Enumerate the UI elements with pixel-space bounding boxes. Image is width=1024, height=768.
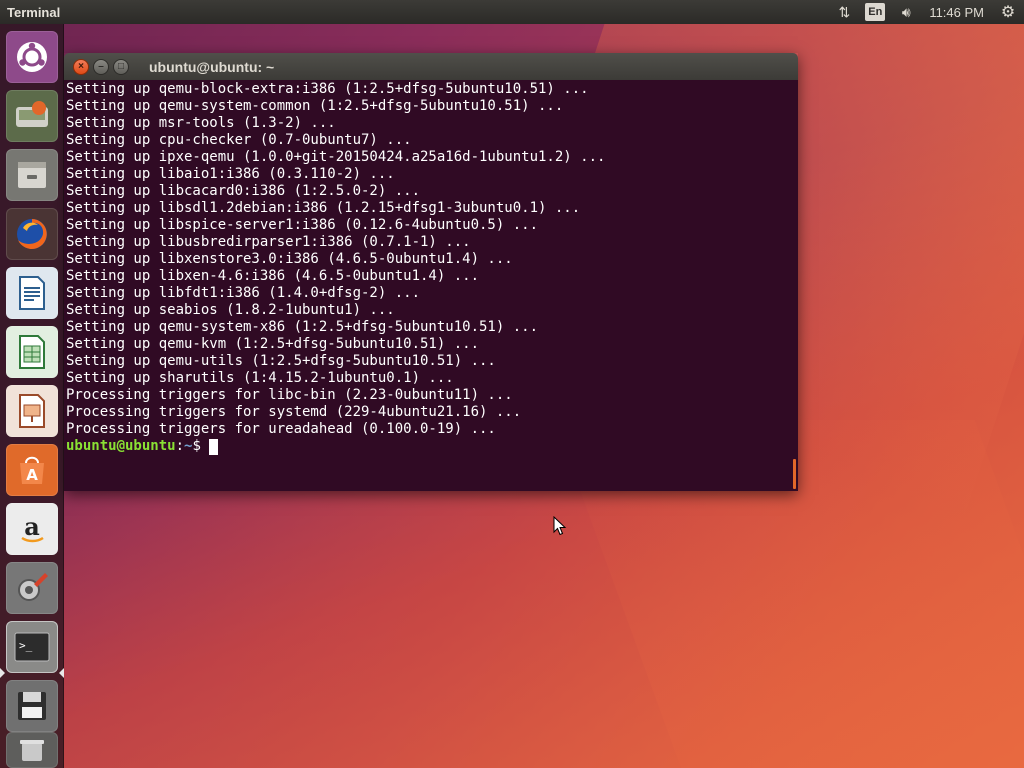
focused-indicator-right [59, 668, 64, 678]
window-title: ubuntu@ubuntu: ~ [149, 58, 275, 75]
network-updown-icon[interactable]: ⇅ [833, 0, 855, 24]
firefox-icon[interactable] [6, 208, 58, 260]
maximize-button[interactable]: □ [113, 58, 129, 75]
terminal-line: Processing triggers for ureadahead (0.10… [66, 421, 496, 437]
prompt-separator: : [175, 438, 185, 454]
clock[interactable]: 11:46 PM [929, 0, 984, 24]
terminal-line: Setting up libsdl1.2debian:i386 (1.2.15+… [66, 200, 581, 216]
terminal-line: Setting up qemu-block-extra:i386 (1:2.5+… [66, 81, 589, 97]
text-cursor [208, 438, 218, 455]
close-button[interactable]: × [73, 58, 89, 75]
amazon-icon[interactable]: a [6, 503, 58, 555]
svg-text:a: a [24, 512, 40, 541]
terminal-line: Setting up qemu-system-x86 (1:2.5+dfsg-5… [66, 319, 539, 335]
ubuntu-dash-icon[interactable] [6, 31, 58, 83]
terminal-line: Processing triggers for libc-bin (2.23-0… [66, 387, 513, 403]
terminal-line: Processing triggers for systemd (229-4ub… [66, 404, 522, 420]
terminal-line: Setting up cpu-checker (0.7-0ubuntu7) ..… [66, 132, 412, 148]
terminal-icon[interactable]: >_ [6, 621, 58, 673]
terminal-line: Setting up seabios (1.8.2-1ubuntu1) ... [66, 302, 395, 318]
prompt-user: ubuntu@ubuntu [66, 438, 176, 454]
libreoffice-writer-icon[interactable] [6, 267, 58, 319]
terminal-line: Setting up qemu-utils (1:2.5+dfsg-5ubunt… [66, 353, 496, 369]
terminal-line: Setting up libspice-server1:i386 (0.12.6… [66, 217, 539, 233]
terminal-line: Setting up libxen-4.6:i386 (4.6.5-0ubunt… [66, 268, 480, 284]
ubuntu-software-icon[interactable]: A [6, 444, 58, 496]
terminal-line: Setting up msr-tools (1.3-2) ... [66, 115, 336, 131]
terminal-line: Setting up ipxe-qemu (1.0.0+git-20150424… [66, 149, 606, 165]
save-disk-icon[interactable] [6, 680, 58, 732]
prompt-path: ~ [184, 438, 193, 454]
scrollbar-thumb[interactable] [793, 459, 796, 489]
window-titlebar[interactable]: × – □ ubuntu@ubuntu: ~ [64, 53, 798, 80]
terminal-line: Setting up libxenstore3.0:i386 (4.6.5-0u… [66, 251, 513, 267]
keyboard-language-indicator[interactable]: En [865, 3, 886, 21]
terminal-line: Setting up libusbredirparser1:i386 (0.7.… [66, 234, 471, 250]
libreoffice-calc-icon[interactable] [6, 326, 58, 378]
mouse-pointer-icon [553, 516, 567, 536]
running-indicator-left [0, 668, 5, 678]
top-panel: Terminal ⇅ En 🔊︎ 11:46 PM ⚙ [0, 0, 1024, 24]
terminal-line: Setting up libfdt1:i386 (1.4.0+dfsg-2) .… [66, 285, 421, 301]
prompt-symbol: $ [192, 438, 201, 454]
active-app-title: Terminal [7, 4, 61, 20]
terminal-line: Setting up libaio1:i386 (0.3.110-2) ... [66, 166, 395, 182]
minimize-button[interactable]: – [93, 58, 109, 75]
shell-prompt[interactable]: ubuntu@ubuntu: ~ $ [66, 438, 798, 455]
install-ubuntu-icon[interactable] [6, 90, 58, 142]
terminal-line: Setting up qemu-system-common (1:2.5+dfs… [66, 98, 564, 114]
files-icon[interactable] [6, 149, 58, 201]
terminal-window[interactable]: × – □ ubuntu@ubuntu: ~ Setting up qemu-b… [64, 53, 798, 491]
launcher: A a >_ [0, 24, 64, 768]
volume-icon[interactable]: 🔊︎ [895, 0, 917, 24]
libreoffice-impress-icon[interactable] [6, 385, 58, 437]
svg-text:A: A [26, 466, 38, 484]
terminal-line: Setting up qemu-kvm (1:2.5+dfsg-5ubuntu1… [66, 336, 480, 352]
gear-icon[interactable]: ⚙ [998, 0, 1018, 24]
terminal-line: Setting up sharutils (1:4.15.2-1ubuntu0.… [66, 370, 454, 386]
system-settings-icon[interactable] [6, 562, 58, 614]
indicator-area: ⇅ En 🔊︎ 11:46 PM ⚙ [833, 0, 1024, 24]
terminal-output[interactable]: Setting up qemu-block-extra:i386 (1:2.5+… [64, 80, 798, 491]
svg-text:>_: >_ [19, 639, 33, 652]
trash-icon[interactable] [6, 732, 58, 768]
terminal-line: Setting up libcacard0:i386 (1:2.5.0-2) .… [66, 183, 421, 199]
